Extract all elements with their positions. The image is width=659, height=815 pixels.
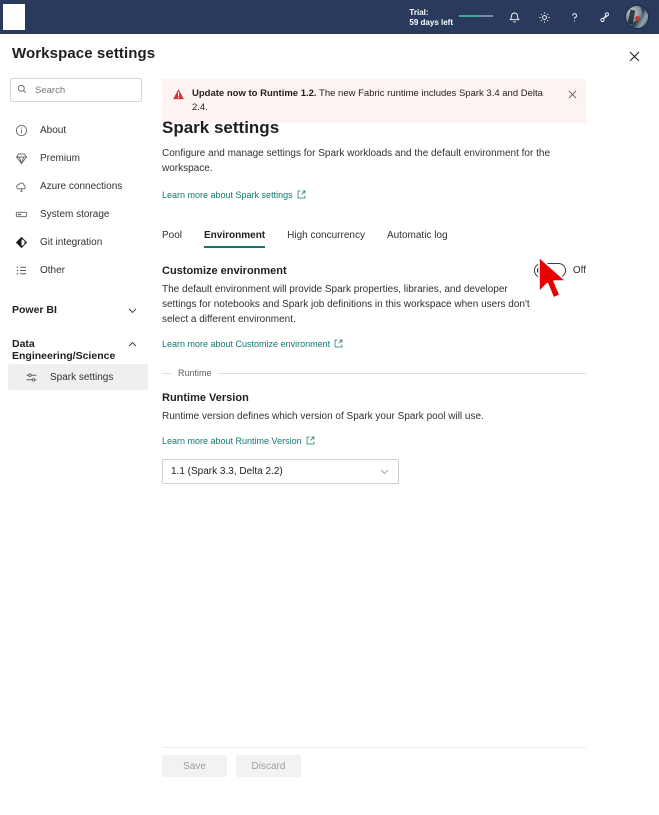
link-label: Learn more about Customize environment [162, 339, 331, 349]
customize-environment-toggle[interactable] [533, 263, 566, 278]
search-input[interactable] [33, 83, 135, 97]
sidebar-item-label: Other [40, 264, 66, 276]
sidebar-item-label: About [40, 124, 67, 136]
chevron-down-icon [127, 305, 138, 316]
feedback-icon[interactable] [589, 0, 619, 34]
page-title: Workspace settings [12, 45, 156, 62]
sidebar-item-label: System storage [40, 208, 110, 220]
sidebar-item-label: Azure connections [40, 180, 123, 192]
trial-status: Trial: 59 days left [409, 7, 453, 27]
top-navigation-bar: Trial: 59 days left [0, 0, 659, 34]
sliders-icon [22, 368, 40, 386]
link-label: Learn more about Spark settings [162, 190, 293, 200]
sidebar-group-label: Power BI [12, 304, 57, 316]
discard-button[interactable]: Discard [236, 755, 301, 777]
runtime-legend: Runtime [178, 368, 212, 378]
sidebar-group-label: Data Engineering/Science [12, 338, 116, 362]
runtime-version-value: 1.1 (Spark 3.3, Delta 2.2) [171, 466, 283, 477]
settings-tabs: Pool Environment High concurrency Automa… [162, 220, 586, 248]
git-icon [12, 233, 30, 251]
sidebar-item-about[interactable]: About [0, 116, 152, 144]
learn-more-customize-environment-link[interactable]: Learn more about Customize environment [162, 339, 343, 350]
close-icon[interactable] [623, 45, 645, 67]
bell-icon[interactable] [499, 0, 529, 34]
section-description: Configure and manage settings for Spark … [162, 148, 551, 174]
tab-environment[interactable]: Environment [204, 230, 266, 248]
sidebar-nav-list: About Premium Azure connections System s… [0, 116, 152, 284]
footer-divider [162, 747, 586, 748]
sidebar-item-spark-settings[interactable]: Spark settings [8, 364, 148, 390]
banner-message: Update now to Runtime 1.2. The new Fabri… [192, 87, 566, 115]
learn-more-spark-settings-link[interactable]: Learn more about Spark settings [162, 190, 306, 201]
dismiss-icon[interactable] [566, 88, 578, 100]
search-box[interactable] [10, 78, 142, 102]
customize-environment-toggle-row: Off [533, 263, 586, 278]
runtime-version-heading: Runtime Version [162, 392, 249, 404]
tab-high-concurrency[interactable]: High concurrency [287, 230, 365, 248]
avatar[interactable] [625, 5, 649, 29]
trial-progress-bar [459, 12, 493, 22]
workspace-settings-panel: Trial: 59 days left Workspace settings S… [0, 0, 659, 815]
top-bar-actions: Trial: 59 days left [409, 0, 659, 34]
runtime-version-dropdown[interactable]: 1.1 (Spark 3.3, Delta 2.2) [162, 459, 399, 484]
section-heading: Spark settings [162, 118, 280, 137]
customize-environment-description: The default environment will provide Spa… [162, 284, 530, 325]
trial-label: Trial: [409, 8, 429, 17]
link-label: Learn more about Runtime Version [162, 436, 302, 446]
sidebar-item-system-storage[interactable]: System storage [0, 200, 152, 228]
sidebar-item-label: Spark settings [50, 371, 114, 383]
trial-days-left: 59 days left [409, 17, 453, 27]
storage-icon [12, 205, 30, 223]
runtime-version-description: Runtime version defines which version of… [162, 411, 484, 422]
runtime-update-banner: Update now to Runtime 1.2. The new Fabri… [162, 79, 586, 123]
info-icon [12, 121, 30, 139]
external-link-icon [306, 436, 315, 447]
save-button[interactable]: Save [162, 755, 227, 777]
search-icon [17, 81, 27, 99]
sidebar-group-power-bi[interactable]: Power BI [0, 296, 152, 324]
sidebar-item-azure-connections[interactable]: Azure connections [0, 172, 152, 200]
cloud-icon [12, 177, 30, 195]
question-mark-icon[interactable] [559, 0, 589, 34]
external-link-icon [297, 190, 306, 201]
sidebar-group-data-engineering[interactable]: Data Engineering/Science [0, 336, 152, 362]
toggle-state-label: Off [572, 265, 586, 276]
runtime-version-section: Runtime Version Runtime version defines … [162, 392, 586, 484]
sidebar-item-label: Premium [40, 152, 81, 164]
spark-settings-content: Spark settings Configure and manage sett… [162, 118, 586, 484]
toggle-knob [536, 266, 546, 275]
list-icon [12, 261, 30, 279]
learn-more-runtime-version-link[interactable]: Learn more about Runtime Version [162, 436, 315, 447]
banner-message-strong: Update now to Runtime 1.2. [192, 88, 317, 99]
gear-icon[interactable] [529, 0, 559, 34]
chevron-up-icon [127, 339, 138, 350]
diamond-icon [12, 149, 30, 167]
tab-automatic-log[interactable]: Automatic log [387, 230, 448, 248]
sidebar-item-label: Git integration [40, 236, 103, 248]
sidebar-item-git-integration[interactable]: Git integration [0, 228, 152, 256]
tab-pool[interactable]: Pool [162, 230, 182, 248]
settings-main-content: Update now to Runtime 1.2. The new Fabri… [152, 74, 659, 815]
footer-actions: Save Discard [162, 755, 301, 777]
settings-sidebar: About Premium Azure connections [0, 74, 152, 815]
chevron-down-icon [379, 466, 390, 477]
sidebar-item-other[interactable]: Other [0, 256, 152, 284]
customize-environment-section: Customize environment Off The default en… [162, 263, 586, 352]
external-link-icon [334, 339, 343, 350]
sidebar-item-premium[interactable]: Premium [0, 144, 152, 172]
warning-icon [172, 88, 185, 106]
runtime-fieldset-divider: Runtime [162, 368, 586, 378]
app-logo[interactable] [3, 4, 25, 30]
customize-environment-heading: Customize environment [162, 265, 287, 277]
